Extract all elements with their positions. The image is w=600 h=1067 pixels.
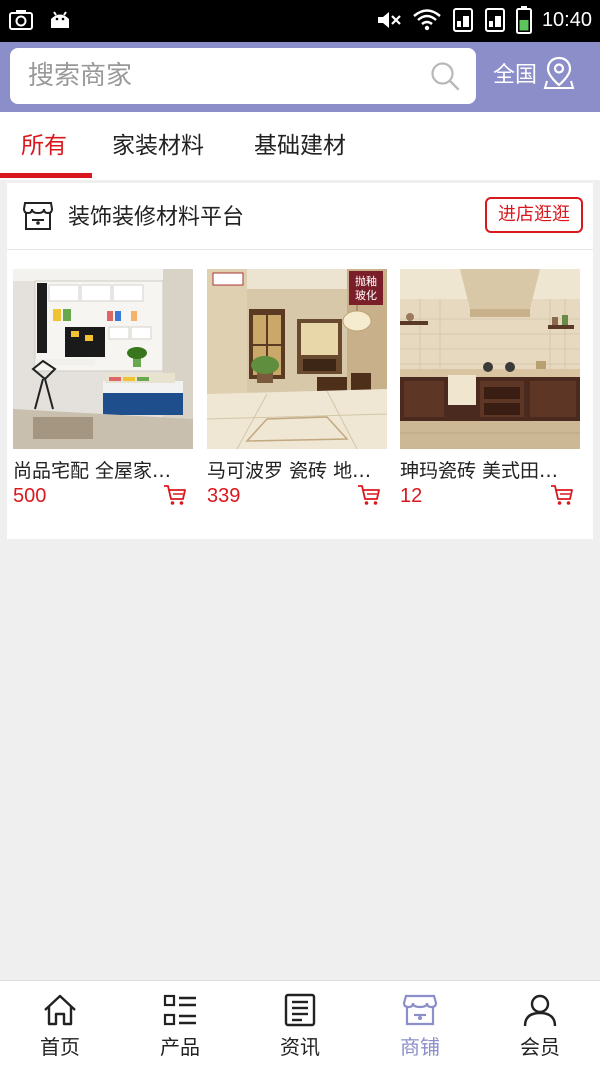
mute-icon <box>377 12 401 28</box>
product-item[interactable]: 珅玛瓷砖 美式田… 12 <box>400 269 580 508</box>
nav-stores[interactable]: 商铺 <box>360 981 480 1067</box>
search-input[interactable] <box>28 48 418 104</box>
nav-news-label: 资讯 <box>280 1035 320 1059</box>
visit-store-button[interactable]: 进店逛逛 <box>485 197 583 233</box>
region-selector[interactable]: 全国 <box>493 56 575 90</box>
user-icon <box>523 994 557 1027</box>
product-name[interactable]: 珅玛瓷砖 美式田… <box>400 456 572 483</box>
tab-basic-building-materials[interactable]: 基础建材 <box>254 112 346 180</box>
wifi-icon <box>413 9 441 31</box>
nav-member[interactable]: 会员 <box>480 981 600 1067</box>
nav-home-label: 首页 <box>40 1035 80 1059</box>
home-icon <box>44 994 76 1026</box>
nav-home[interactable]: 首页 <box>0 981 120 1067</box>
nav-member-label: 会员 <box>520 1035 560 1059</box>
product-image[interactable]: 抛釉 玻化 <box>207 269 387 449</box>
product-item[interactable]: 尚品宅配 全屋家… 500 <box>13 269 193 508</box>
product-badge-line2: 玻化 <box>355 288 377 302</box>
cart-icon[interactable] <box>163 484 187 506</box>
store-icon <box>22 202 54 230</box>
screenshot-icon <box>9 10 33 30</box>
header-bar: 全国 <box>0 42 600 112</box>
active-tab-indicator <box>0 173 92 178</box>
android-icon <box>51 11 69 28</box>
news-icon <box>284 993 316 1027</box>
region-label: 全国 <box>493 63 538 88</box>
tab-home-decoration-materials[interactable]: 家装材料 <box>112 112 204 180</box>
product-badge-line1: 抛釉 <box>355 274 377 288</box>
shop-header[interactable]: 装饰装修材料平台 进店逛逛 <box>7 183 593 250</box>
product-item[interactable]: 抛釉 玻化 马可波罗 瓷砖 地… 339 <box>207 269 387 508</box>
search-box[interactable] <box>10 48 476 104</box>
status-bar: 10:40 <box>0 0 600 42</box>
nav-news[interactable]: 资讯 <box>240 981 360 1067</box>
product-image[interactable] <box>13 269 193 449</box>
shop-card[interactable]: 装饰装修材料平台 进店逛逛 尚品宅配 全屋家… 500 抛釉 玻化 马可波罗 瓷… <box>7 183 593 539</box>
product-name[interactable]: 马可波罗 瓷砖 地… <box>207 456 379 483</box>
bottom-navigation: 首页 产品 资讯 商铺 会员 <box>0 980 600 1067</box>
shop-name: 装饰装修材料平台 <box>68 205 245 230</box>
product-image[interactable] <box>400 269 580 449</box>
product-name[interactable]: 尚品宅配 全屋家… <box>13 456 185 483</box>
search-icon[interactable] <box>430 61 460 91</box>
nav-products[interactable]: 产品 <box>120 981 240 1067</box>
store-icon <box>402 994 438 1026</box>
sim2-icon <box>484 8 505 32</box>
cart-icon[interactable] <box>357 484 381 506</box>
clock: 10:40 <box>541 8 592 31</box>
tab-all[interactable]: 所有 <box>21 112 67 180</box>
list-icon <box>163 994 196 1026</box>
location-pin-icon <box>543 56 575 89</box>
nav-products-label: 产品 <box>160 1035 200 1059</box>
sim1-icon <box>452 8 473 32</box>
nav-stores-label: 商铺 <box>400 1035 440 1059</box>
category-tabs: 所有 家装材料 基础建材 <box>0 112 600 180</box>
battery-icon <box>515 6 532 34</box>
cart-icon[interactable] <box>550 484 574 506</box>
